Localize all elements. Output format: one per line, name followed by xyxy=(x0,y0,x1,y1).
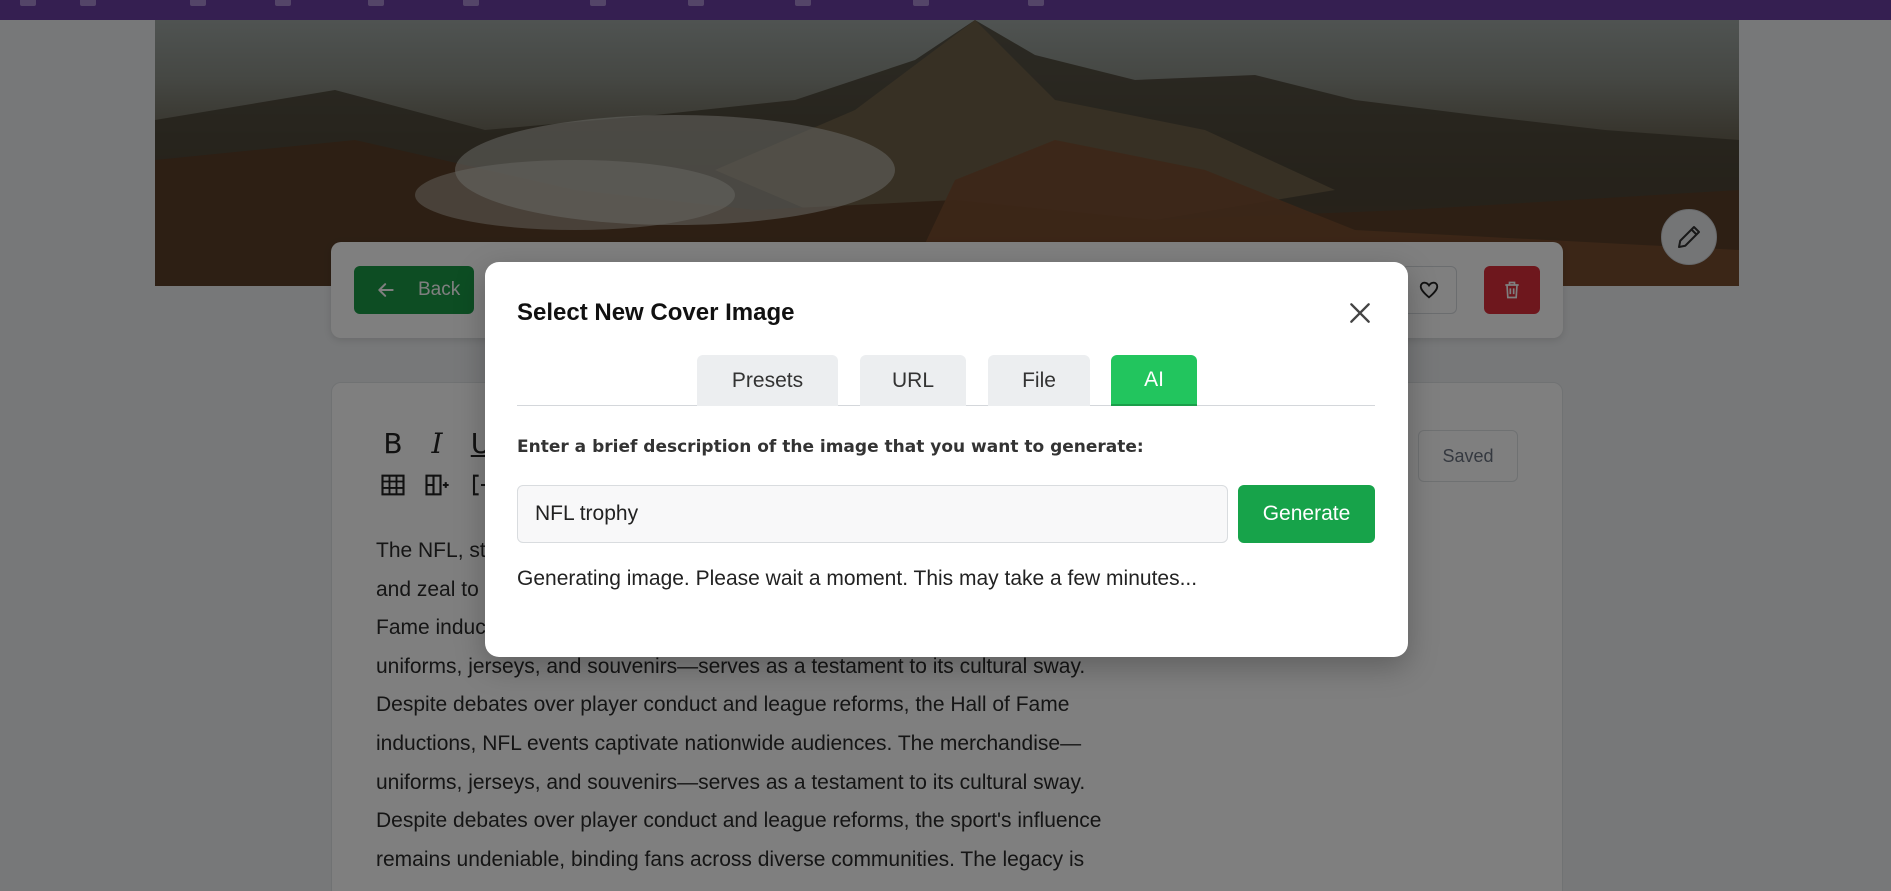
close-button[interactable] xyxy=(1347,300,1373,326)
generate-button[interactable]: Generate xyxy=(1238,485,1375,543)
modal-title: Select New Cover Image xyxy=(517,299,795,326)
tab-ai[interactable]: AI xyxy=(1111,355,1197,406)
source-tabs: Presets URL File AI xyxy=(517,355,1375,406)
generation-status: Generating image. Please wait a moment. … xyxy=(517,567,1198,590)
tab-url[interactable]: URL xyxy=(860,355,966,406)
tab-presets[interactable]: Presets xyxy=(697,355,838,406)
tab-file[interactable]: File xyxy=(988,355,1090,406)
cover-image-modal: Select New Cover Image Presets URL File … xyxy=(485,262,1408,657)
image-description-input[interactable] xyxy=(517,485,1228,543)
close-icon xyxy=(1350,303,1370,323)
prompt-label: Enter a brief description of the image t… xyxy=(517,437,1144,457)
